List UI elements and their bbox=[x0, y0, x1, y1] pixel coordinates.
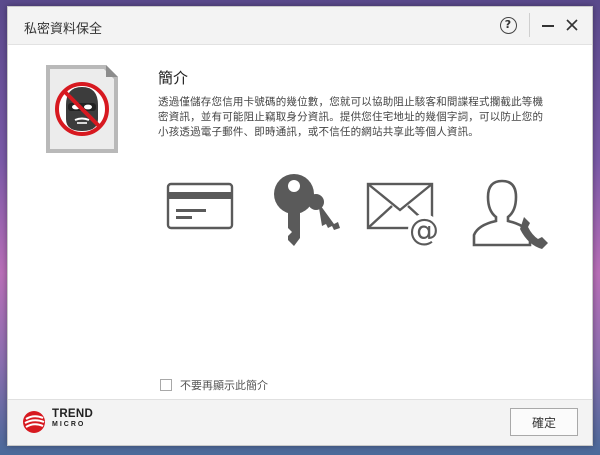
contact-phone-icon bbox=[472, 179, 548, 249]
credit-card-icon bbox=[166, 182, 234, 230]
keys-icon bbox=[274, 174, 340, 246]
email-at-icon: @ bbox=[366, 182, 440, 248]
svg-text:@: @ bbox=[409, 213, 439, 248]
help-button[interactable]: ? bbox=[497, 14, 519, 36]
close-button[interactable] bbox=[561, 14, 583, 36]
dialog-window: 私密資料保全 ? 簡介 透過僅儲存您信用卡號碼的幾位數，您就可以協助阻止駭客和間… bbox=[7, 6, 593, 446]
intro-description: 透過僅儲存您信用卡號碼的幾位數，您就可以協助阻止駭客和間諜程式攔截此等機密資訊，… bbox=[158, 96, 544, 138]
close-icon bbox=[566, 19, 578, 31]
minimize-button[interactable] bbox=[537, 14, 559, 36]
page-heading: 簡介 bbox=[158, 69, 189, 87]
brand-name-line2: MICRO bbox=[52, 421, 86, 428]
brand-name-line1: TREND bbox=[52, 408, 94, 420]
dont-show-again-checkbox[interactable] bbox=[160, 379, 172, 391]
question-circle-icon: ? bbox=[499, 16, 517, 34]
minimize-icon bbox=[542, 25, 554, 27]
ok-button[interactable]: 確定 bbox=[510, 408, 578, 436]
title-bar[interactable]: 私密資料保全 ? bbox=[8, 7, 592, 45]
privacy-shield-document-icon bbox=[46, 65, 118, 153]
dont-show-again-row[interactable]: 不要再顯示此簡介 bbox=[160, 377, 268, 393]
window-title: 私密資料保全 bbox=[24, 22, 103, 37]
dialog-footer: TREND MICRO 確定 bbox=[8, 399, 592, 445]
titlebar-divider bbox=[529, 13, 530, 37]
dont-show-again-label[interactable]: 不要再顯示此簡介 bbox=[180, 377, 268, 393]
